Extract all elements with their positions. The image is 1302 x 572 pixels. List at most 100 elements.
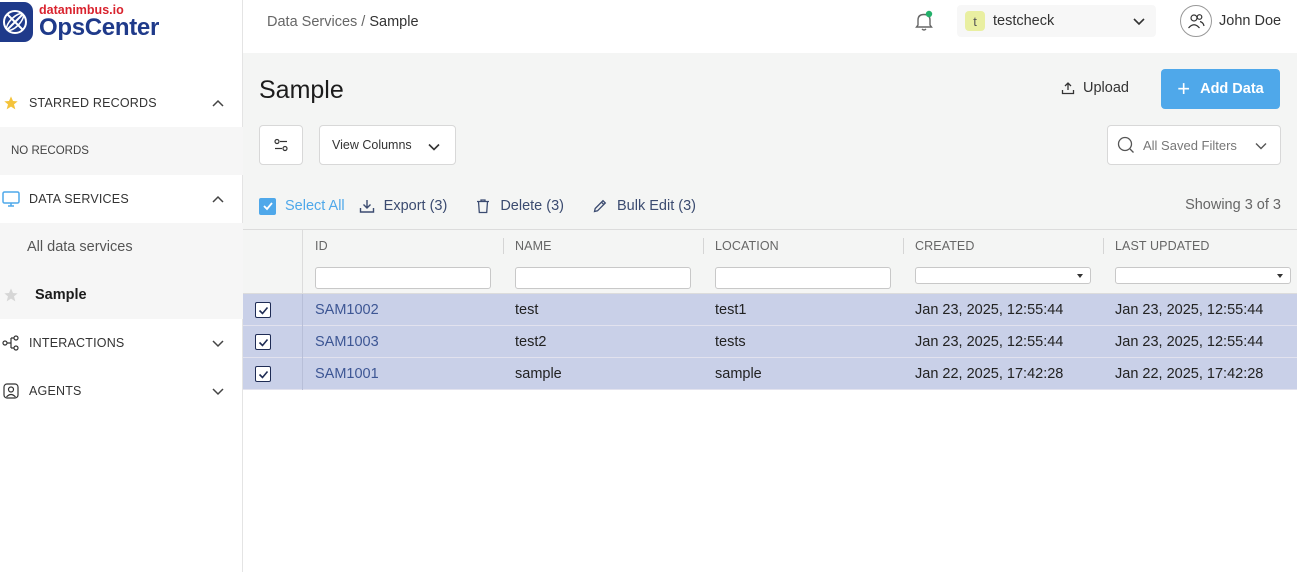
column-divider (903, 238, 904, 254)
cell-last-updated: Jan 23, 2025, 12:55:44 (1115, 302, 1264, 318)
select-all-checkbox[interactable] (259, 197, 276, 215)
name-filter-input[interactable] (515, 267, 691, 289)
nav-interactions[interactable]: INTERACTIONS (0, 319, 243, 367)
filter-toggle-button[interactable] (259, 125, 303, 165)
user-badge-icon (0, 383, 29, 399)
cell-last-updated: Jan 23, 2025, 12:55:44 (1115, 334, 1264, 350)
table-empty-area (243, 390, 1297, 572)
saved-filters-dropdown[interactable]: All Saved Filters (1107, 125, 1281, 165)
top-bar: Data Services / Sample t testcheck John … (243, 0, 1297, 44)
tenant-name: testcheck (993, 13, 1055, 29)
monitor-icon (0, 191, 29, 207)
select-all-label[interactable]: Select All (285, 198, 345, 214)
cell-name: test2 (515, 334, 547, 350)
column-last-updated[interactable]: LAST UPDATED (1103, 230, 1297, 293)
user-menu[interactable]: John Doe (1180, 5, 1281, 37)
cell-created: Jan 23, 2025, 12:55:44 (915, 302, 1064, 318)
sidebar-item-label: All data services (27, 239, 133, 255)
main-content: Sample Upload + Add Data View Columns Al… (243, 53, 1297, 572)
add-data-button[interactable]: + Add Data (1161, 69, 1280, 109)
sidebar-item-all-data-services[interactable]: All data services (0, 223, 243, 271)
last-updated-filter-select[interactable] (1115, 267, 1291, 284)
table-row[interactable]: SAM1002 test test1 Jan 23, 2025, 12:55:4… (243, 294, 1297, 326)
saved-filters-placeholder: All Saved Filters (1143, 137, 1237, 153)
cell-name: sample (515, 366, 562, 382)
column-id[interactable]: ID (303, 230, 503, 293)
cell-created: Jan 23, 2025, 12:55:44 (915, 334, 1064, 350)
search-icon (1117, 136, 1135, 154)
sidebar-item-label: Sample (35, 287, 87, 303)
cell-created: Jan 22, 2025, 17:42:28 (915, 366, 1064, 382)
chevron-up-icon[interactable] (211, 192, 225, 206)
column-header-label: ID (315, 239, 328, 253)
chevron-down-icon (1255, 143, 1267, 150)
breadcrumb-data-services[interactable]: Data Services (267, 14, 357, 30)
record-count: Showing 3 of 3 (1185, 197, 1281, 213)
chevron-down-icon[interactable] (211, 384, 225, 398)
column-name[interactable]: NAME (503, 230, 703, 293)
row-checkbox[interactable] (255, 366, 271, 382)
upload-icon (1061, 82, 1075, 95)
row-checkbox[interactable] (255, 302, 271, 318)
sliders-icon (274, 138, 288, 152)
nav-interactions-label: INTERACTIONS (29, 336, 125, 350)
nav-data-services-label: DATA SERVICES (29, 192, 129, 206)
view-columns-dropdown[interactable]: View Columns (319, 125, 456, 165)
chevron-down-icon (428, 143, 440, 151)
export-button[interactable]: Export (3) (359, 198, 448, 214)
chevron-up-icon[interactable] (211, 96, 225, 110)
delete-label: Delete (3) (500, 198, 564, 214)
notification-bell-icon[interactable] (914, 10, 934, 37)
location-filter-input[interactable] (715, 267, 891, 289)
avatar[interactable] (1180, 5, 1212, 37)
add-data-label: Add Data (1200, 81, 1264, 97)
delete-button[interactable]: Delete (3) (475, 198, 564, 214)
nav-agents[interactable]: AGENTS (0, 367, 243, 415)
column-divider (1103, 238, 1104, 254)
logo-globe-icon (0, 2, 33, 42)
brand-name: OpsCenter (39, 14, 159, 42)
cell-id[interactable]: SAM1003 (315, 334, 379, 350)
nav-starred-label: STARRED RECORDS (29, 96, 157, 110)
star-icon (0, 95, 29, 111)
tenant-selector[interactable]: t testcheck (957, 5, 1156, 37)
bulk-edit-button[interactable]: Bulk Edit (3) (592, 198, 696, 214)
star-outline-icon[interactable] (3, 287, 19, 303)
check-icon (258, 338, 268, 347)
bulk-edit-label: Bulk Edit (3) (617, 198, 696, 214)
row-divider (302, 294, 303, 326)
cell-name: test (515, 302, 539, 318)
export-label: Export (3) (383, 198, 448, 214)
column-created[interactable]: CREATED (903, 230, 1103, 293)
cell-location: tests (715, 334, 746, 350)
nav-data-services[interactable]: DATA SERVICES (0, 175, 243, 223)
nav-starred-records[interactable]: STARRED RECORDS (0, 79, 243, 127)
check-icon (258, 370, 268, 379)
breadcrumb-current: Sample (369, 14, 419, 30)
cell-location: test1 (715, 302, 747, 318)
column-header-label: NAME (515, 239, 552, 253)
column-divider (703, 238, 704, 254)
row-divider (302, 358, 303, 390)
nav-agents-label: AGENTS (29, 384, 82, 398)
created-filter-select[interactable] (915, 267, 1091, 284)
upload-button[interactable]: Upload (1061, 80, 1129, 96)
chevron-down-icon[interactable] (211, 336, 225, 350)
column-location[interactable]: LOCATION (703, 230, 903, 293)
records-table: ID NAME LOCATION CREATED LAST UPDATED SA… (243, 229, 1297, 572)
id-filter-input[interactable] (315, 267, 491, 289)
breadcrumb: Data Services / Sample (267, 14, 419, 30)
table-row[interactable]: SAM1001 sample sample Jan 22, 2025, 17:4… (243, 358, 1297, 390)
row-divider (302, 326, 303, 358)
pencil-icon (593, 199, 607, 213)
header-check-column (243, 230, 303, 293)
check-icon (262, 202, 273, 211)
logo[interactable]: datanimbus.io OpsCenter (0, 0, 159, 44)
cell-id[interactable]: SAM1001 (315, 366, 379, 382)
view-columns-label: View Columns (332, 138, 412, 152)
chevron-down-icon (1133, 18, 1145, 26)
cell-id[interactable]: SAM1002 (315, 302, 379, 318)
row-checkbox[interactable] (255, 334, 271, 350)
sidebar-item-sample[interactable]: Sample (0, 271, 243, 319)
table-row[interactable]: SAM1003 test2 tests Jan 23, 2025, 12:55:… (243, 326, 1297, 358)
